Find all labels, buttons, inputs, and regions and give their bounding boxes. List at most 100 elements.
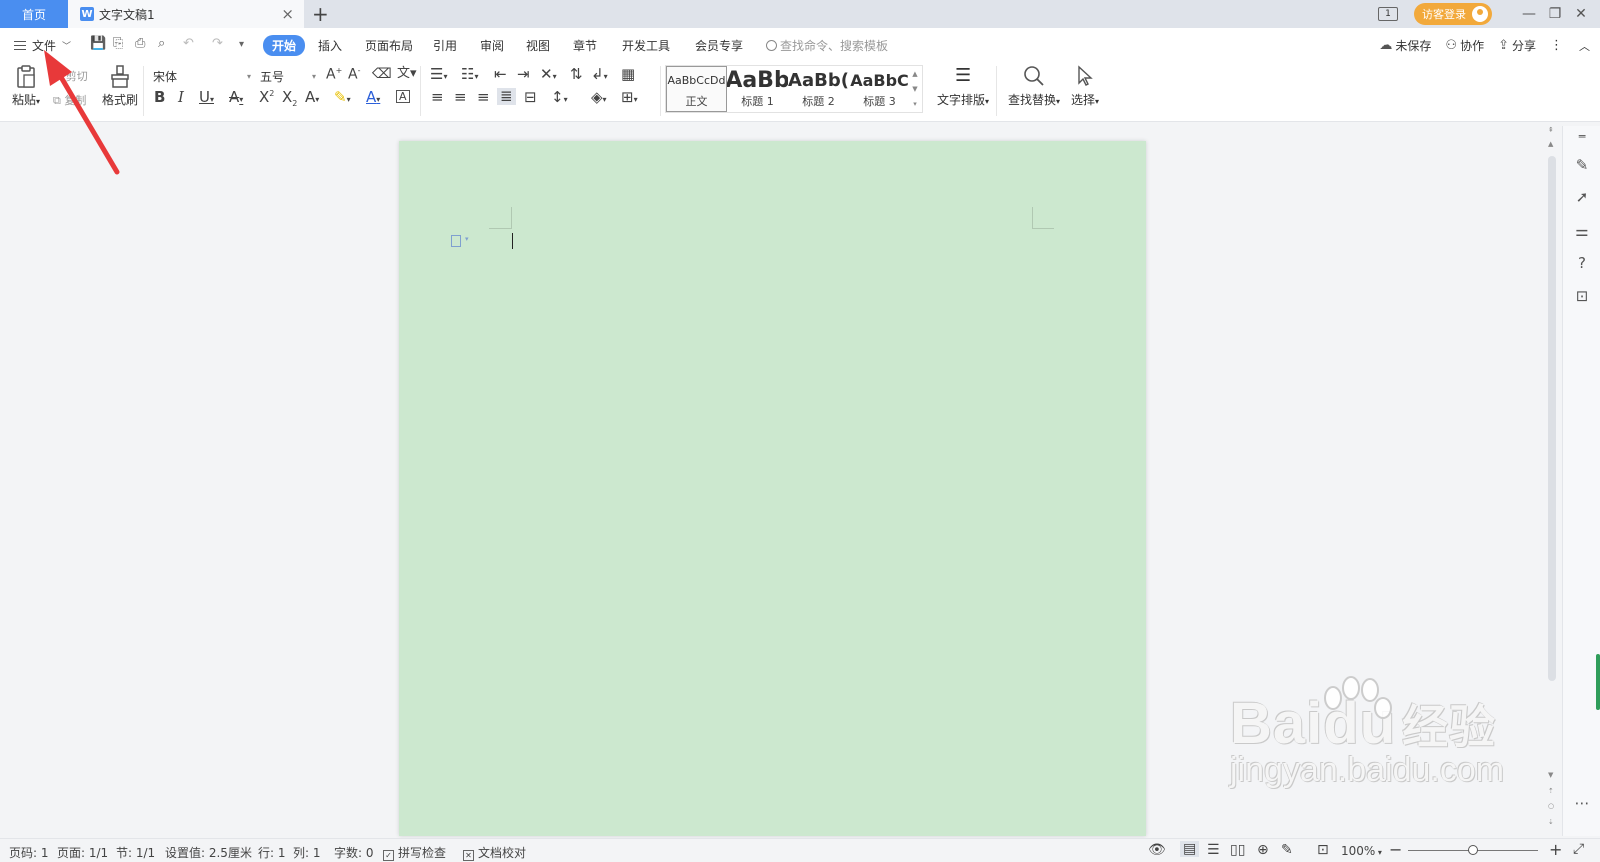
ruler-icon[interactable]: ▦ [621,67,635,82]
more-icon[interactable]: ⋯ [1573,794,1591,812]
next-page-icon[interactable]: ⇣ [1548,818,1554,826]
tab-developer[interactable]: 开发工具 [622,37,670,54]
style-heading-3[interactable]: AaBbC 标题 3 [849,66,910,112]
font-color-icon[interactable]: A▾ [366,90,380,105]
reading-view-icon[interactable]: ▯▯ [1230,842,1245,858]
scrollbar-thumb[interactable] [1548,156,1556,681]
tab-insert[interactable]: 插入 [318,37,342,54]
fit-page-icon[interactable]: ⊡ [1317,842,1329,858]
document-page[interactable]: ▾ [399,141,1146,836]
cut-button[interactable]: ✂ 剪切 [53,68,88,84]
sidebar-collapse-icon[interactable]: ═ [1573,128,1591,146]
quick-access-more-icon[interactable]: ▾ [239,39,244,50]
line-spacing-icon[interactable]: ↕▾ [551,90,568,105]
select-browse-icon[interactable]: ○ [1548,802,1554,810]
spell-check-button[interactable]: ✓ 拼写检查 [383,844,446,861]
expand-icon[interactable]: ▾ [913,100,917,108]
tab-document[interactable]: W 文字文稿1 × [68,0,304,28]
eye-protection-icon[interactable]: 👁 [1148,842,1166,858]
bullet-list-icon[interactable]: ☰▾ [430,67,447,82]
style-heading-2[interactable]: AaBb( 标题 2 [788,66,849,112]
dropdown-arrow-icon[interactable]: ▾ [465,235,469,243]
guest-login-button[interactable]: 访客登录 [1414,3,1492,25]
select-button[interactable]: 选择▾ [1071,65,1099,108]
select-cursor-icon[interactable]: ➚ [1573,188,1591,206]
tab-view[interactable]: 视图 [526,37,550,54]
more-options-icon[interactable]: ⋮ [1550,38,1563,53]
adjust-sliders-icon[interactable]: ⚌ [1573,222,1591,240]
tab-home[interactable]: 首页 [0,0,68,28]
style-heading-1[interactable]: AaBb 标题 1 [727,66,788,112]
tab-start[interactable]: 开始 [263,35,306,56]
file-menu-button[interactable]: 文件 ﹀ [14,37,71,54]
text-layout-button[interactable]: ☰ 文字排版▾ [937,65,989,108]
restore-button[interactable]: ❐ [1542,6,1568,22]
setting-value-status[interactable]: 设置值: 2.5厘米 [165,844,252,861]
distributed-icon[interactable]: ⊟ [524,90,537,105]
window-switch-icon[interactable]: 1 [1378,7,1398,21]
underline-icon[interactable]: U▾ [199,90,214,105]
prev-page-icon[interactable]: ⇡ [1548,787,1554,795]
chinese-layout-icon[interactable]: ✕▾ [540,67,557,82]
format-clear-icon[interactable]: ⎘ [113,36,123,51]
tab-page-layout[interactable]: 页面布局 [365,37,413,54]
char-border-icon[interactable]: A [396,90,410,103]
eraser-icon[interactable]: ⌫ [372,67,392,81]
subscript-icon[interactable]: X2 [282,90,297,108]
page-view-icon[interactable]: ▤ [1180,841,1200,857]
borders-icon[interactable]: ⊞▾ [621,90,638,105]
chevron-down-icon[interactable]: ▼ [912,85,917,93]
phonetic-guide-icon[interactable]: 文▾ [397,67,417,80]
share-button[interactable]: ⇪ 分享 [1498,37,1536,54]
tab-review[interactable]: 审阅 [480,37,504,54]
web-view-icon[interactable]: ⊕ [1257,842,1269,858]
new-tab-button[interactable]: + [312,2,329,26]
style-normal[interactable]: AaBbCcDd 正文 [666,66,727,112]
shrink-font-icon[interactable]: A- [348,67,360,82]
close-window-button[interactable]: ✕ [1568,6,1594,22]
tab-chapter[interactable]: 章节 [573,37,597,54]
print-icon[interactable]: ⎙ [135,36,145,51]
outline-view-icon[interactable]: ☰ [1207,842,1220,858]
italic-icon[interactable]: I [178,90,184,105]
doc-proof-button[interactable]: ✕ 文档校对 [463,844,526,861]
superscript-icon[interactable]: X2 [259,90,274,105]
zoom-level-select[interactable]: 100% ▾ [1341,844,1382,858]
help-icon[interactable]: ? [1573,254,1591,272]
grow-font-icon[interactable]: A+ [326,67,342,82]
backup-box-icon[interactable]: ⊡ [1573,287,1591,305]
command-search[interactable]: 查找命令、搜索模板 [766,37,888,54]
collapse-ribbon-icon[interactable]: ︿ [1579,38,1590,54]
sort-icon[interactable]: ⇅ [570,67,583,82]
paste-button[interactable]: 粘贴▾ [12,65,40,108]
print-preview-icon[interactable]: ⌕ [158,36,165,51]
shading-icon[interactable]: ◈▾ [591,90,607,105]
increase-indent-icon[interactable]: ⇥ [517,67,530,82]
strikethrough-icon[interactable]: A▾ [229,90,243,105]
minimize-button[interactable]: — [1516,6,1542,22]
tab-references[interactable]: 引用 [433,37,457,54]
highlight-icon[interactable]: ✎▾ [334,90,351,105]
scroll-down-icon[interactable]: ▼ [1548,771,1553,779]
zoom-slider-knob[interactable] [1468,845,1478,855]
align-right-icon[interactable]: ≡ [477,90,490,105]
fullscreen-icon[interactable]: ⤢ [1573,841,1584,857]
copy-button[interactable]: ⧉ 复制 [53,92,86,108]
scroll-up-icon[interactable]: ▲ [1548,140,1553,148]
page-count-status[interactable]: 页面: 1/1 [57,844,108,861]
numbered-list-icon[interactable]: ☷▾ [461,67,478,82]
style-gallery-scroll[interactable]: ▲ ▼ ▾ [910,66,920,112]
save-icon[interactable]: 💾 [90,36,106,51]
justify-icon[interactable]: ≣ [497,88,516,105]
text-effect-icon[interactable]: A▾ [305,90,319,105]
scroll-top-icon[interactable]: ⇞ [1548,126,1554,134]
section-status[interactable]: 节: 1/1 [116,844,155,861]
redo-icon[interactable]: ↷ [212,36,223,51]
align-center-icon[interactable]: ≡ [454,90,467,105]
collaborate-button[interactable]: ⚇ 协作 [1445,37,1484,54]
word-count-status[interactable]: 字数: 0 [334,844,374,861]
decrease-indent-icon[interactable]: ⇤ [494,67,507,82]
edit-pen-icon[interactable]: ✎ [1573,156,1591,174]
unsaved-status-button[interactable]: ☁ 未保存 [1379,37,1431,54]
font-size-select[interactable]: 五号 ▾ [256,66,320,86]
